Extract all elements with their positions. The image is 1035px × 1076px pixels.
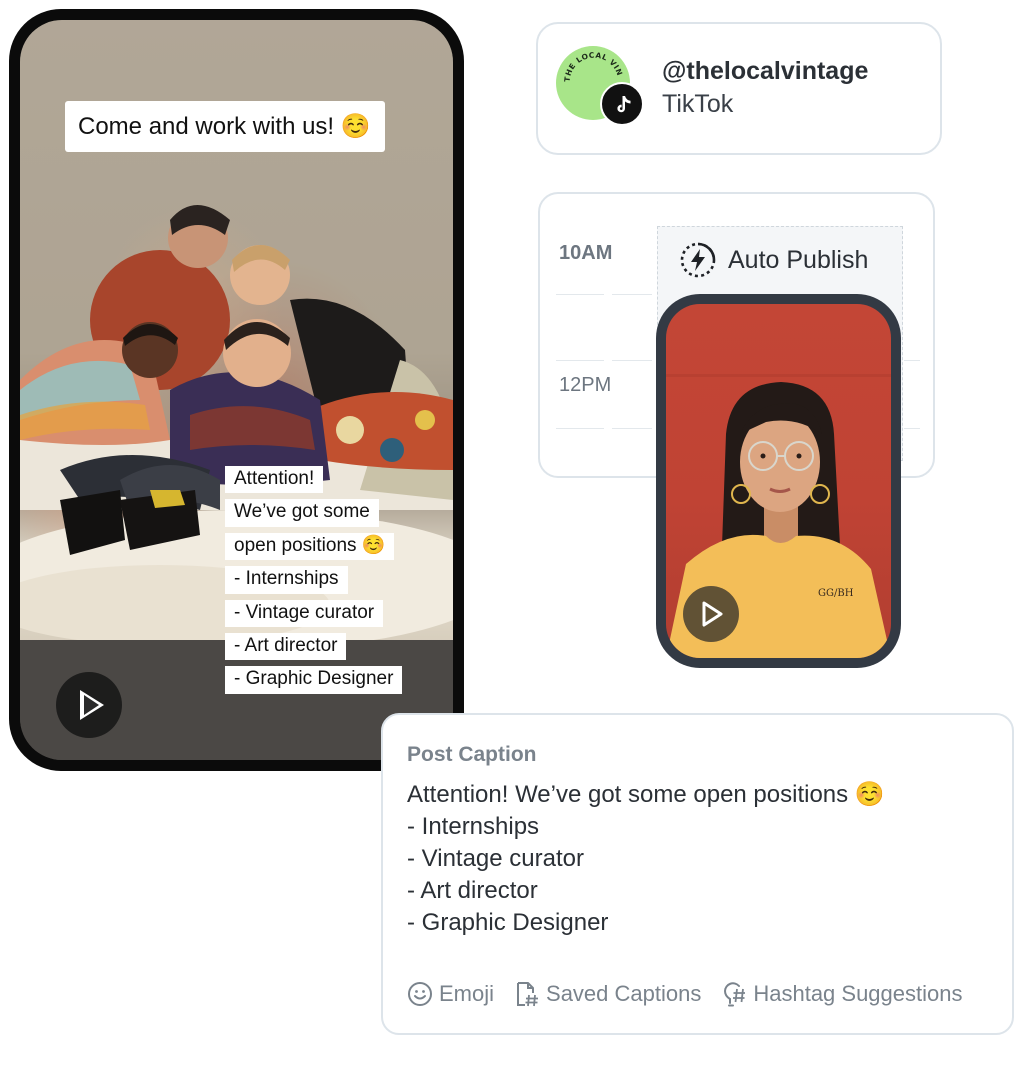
- play-button[interactable]: [56, 672, 122, 738]
- video-overlay-title: Come and work with us! ☺️: [65, 101, 385, 152]
- play-icon: [702, 601, 723, 627]
- tiktok-logo-icon: [600, 82, 644, 126]
- caption-line: - Internships: [407, 813, 540, 840]
- play-button[interactable]: [683, 586, 739, 642]
- smiley-icon: [408, 982, 432, 1006]
- scheduled-video-phone[interactable]: GG/BH: [656, 294, 901, 668]
- auto-publish-label: Auto Publish: [728, 245, 869, 274]
- overlay-line: We’ve got some: [225, 499, 379, 527]
- post-caption-card[interactable]: Post Caption Attention! We’ve got some o…: [381, 713, 1014, 1035]
- caption-line: - Vintage curator: [407, 845, 584, 872]
- overlay-line: - Vintage curator: [225, 599, 384, 628]
- auto-publish-indicator: Auto Publish: [678, 240, 868, 280]
- divider: [612, 360, 652, 361]
- play-icon: [80, 690, 104, 720]
- hashtag-lightbulb-icon: [724, 982, 746, 1007]
- saved-captions-icon: [517, 982, 539, 1007]
- caption-line: Attention! We’ve got some open positions…: [407, 781, 885, 808]
- saved-captions-button[interactable]: Saved Captions: [514, 981, 701, 1007]
- hashtag-suggestions-label: Hashtag Suggestions: [753, 981, 963, 1006]
- overlay-line: - Internships: [225, 566, 348, 594]
- divider: [612, 294, 652, 295]
- divider: [612, 428, 652, 429]
- account-handle: @thelocalvintage: [662, 57, 869, 85]
- saved-captions-label: Saved Captions: [546, 981, 702, 1006]
- caption-textarea[interactable]: Attention! We’ve got some open positions…: [407, 779, 885, 939]
- caption-heading: Post Caption: [407, 743, 537, 766]
- overlay-line: - Graphic Designer: [225, 666, 403, 694]
- lightning-timer-icon: [680, 242, 716, 278]
- hashtag-suggestions-button[interactable]: Hashtag Suggestions: [721, 981, 962, 1007]
- video-preview-phone: Come and work with us! ☺️ Attention! We’…: [9, 9, 464, 771]
- caption-line: - Graphic Designer: [407, 909, 609, 936]
- video-preview-screen: Come and work with us! ☺️ Attention! We’…: [20, 20, 453, 760]
- overlay-line: Attention!: [225, 466, 324, 494]
- divider: [556, 294, 604, 295]
- scheduled-video-screen: GG/BH: [666, 304, 891, 658]
- time-label: 10AM: [559, 242, 613, 264]
- account-card[interactable]: THE LOCAL VINTAGE @thelocalvintage TikTo…: [536, 22, 942, 155]
- overlay-line: - Art director: [225, 633, 347, 661]
- caption-toolbar: Emoji Saved Captions Hashtag Suggestions: [407, 981, 982, 1007]
- time-label: 12PM: [559, 374, 612, 396]
- video-overlay-text: Attention! We’ve got some open positions…: [225, 466, 403, 694]
- account-platform: TikTok: [662, 90, 734, 118]
- emoji-button[interactable]: Emoji: [407, 981, 494, 1007]
- overlay-line: open positions ☺️: [225, 532, 395, 561]
- svg-text:THE LOCAL VINTAGE: THE LOCAL VINTAGE: [556, 46, 624, 82]
- divider: [904, 360, 920, 361]
- divider: [556, 360, 604, 361]
- caption-line: - Art director: [407, 877, 538, 904]
- divider: [904, 428, 920, 429]
- shirt-print: GG/BH: [818, 588, 854, 599]
- emoji-label: Emoji: [439, 981, 495, 1006]
- divider: [556, 428, 604, 429]
